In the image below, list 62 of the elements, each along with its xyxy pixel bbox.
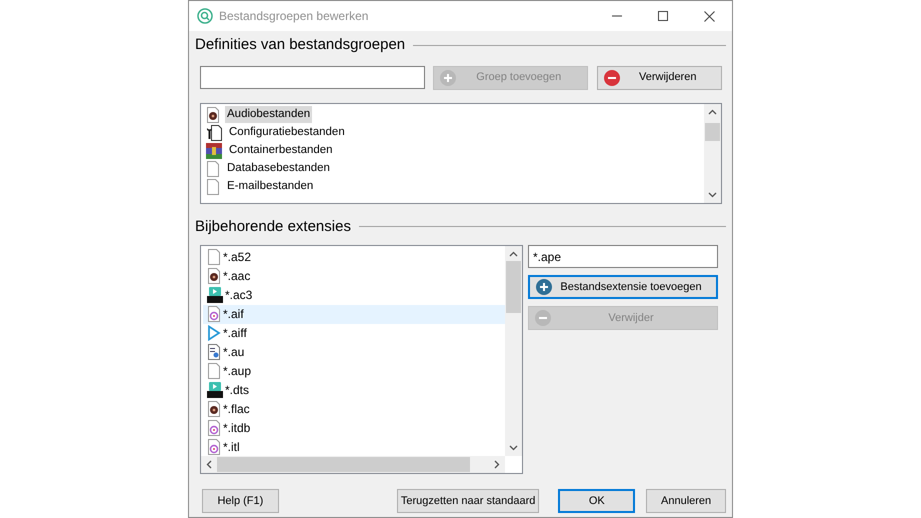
extension-list-item[interactable]: *.dts xyxy=(203,380,505,400)
extension-list-item[interactable]: *.aiff xyxy=(203,324,505,343)
minus-icon xyxy=(535,310,551,326)
action-button[interactable]: Verwijderen xyxy=(597,66,722,90)
archive-icon xyxy=(206,142,222,158)
group-list-item[interactable]: Containerbestanden xyxy=(227,142,335,160)
extension-list-item[interactable]: *.flac xyxy=(203,399,505,418)
vertical-scrollbar[interactable] xyxy=(704,104,721,202)
dialog-button[interactable]: Terugzetten naar standaard xyxy=(396,489,540,513)
extension-list-item[interactable]: *.ac3 xyxy=(203,286,505,305)
magnifier-icon xyxy=(197,8,213,24)
media-badge-icon xyxy=(207,382,223,398)
media-badge-icon xyxy=(207,287,223,304)
dialog-button[interactable]: Help (F1) xyxy=(202,489,279,513)
scrollbar-thumb[interactable] xyxy=(705,122,720,140)
extension-list-item[interactable]: *.itdb xyxy=(203,418,505,438)
file-icon xyxy=(206,160,220,176)
extension-list-item[interactable]: *.aif xyxy=(203,304,505,324)
chevron-up-icon xyxy=(708,108,717,114)
minus-icon xyxy=(604,70,620,86)
chevron-down-icon xyxy=(509,445,518,451)
section-heading: Definities van bestandsgroepen xyxy=(195,35,406,55)
extension-list-item[interactable]: *.a52 xyxy=(203,248,505,267)
chevron-up-icon xyxy=(509,251,518,257)
maximize-icon[interactable] xyxy=(658,11,668,21)
scrollbar-thumb[interactable] xyxy=(506,261,521,313)
plus-icon xyxy=(440,70,456,86)
music-file-icon xyxy=(207,438,221,455)
chevron-left-icon xyxy=(206,460,212,469)
audio-doc-icon xyxy=(207,344,221,360)
chevron-down-icon xyxy=(708,192,717,198)
disc-file-icon xyxy=(207,400,221,417)
group-name-field[interactable] xyxy=(200,66,426,89)
file-icon xyxy=(207,362,221,379)
dialog-button[interactable]: Annuleren xyxy=(646,489,726,513)
plus-icon xyxy=(536,279,552,295)
group-list-item[interactable]: E-mailbestanden xyxy=(225,178,316,196)
wrench-file-icon xyxy=(206,124,222,140)
music-file-icon xyxy=(207,306,221,322)
extension-list-item[interactable]: *.itl xyxy=(203,437,505,456)
extension-field[interactable]: *.ape xyxy=(528,245,718,268)
horizontal-scrollbar[interactable] xyxy=(201,456,505,473)
action-button[interactable]: Bestandsextensie toevoegen xyxy=(528,275,718,299)
group-list-item[interactable]: Audiobestanden xyxy=(225,106,312,124)
extension-list-item[interactable]: *.aup xyxy=(203,361,505,380)
play-icon xyxy=(207,325,221,342)
vertical-scrollbar[interactable] xyxy=(505,246,522,456)
section-heading: Bijbehorende extensies xyxy=(195,216,351,236)
disc-file-icon xyxy=(206,106,220,122)
chevron-right-icon xyxy=(494,460,500,469)
extension-list-item[interactable]: *.aac xyxy=(203,266,505,286)
group-list-item[interactable]: Databasebestanden xyxy=(225,160,332,178)
scrollbar-thumb[interactable] xyxy=(217,457,470,472)
disc-file-icon xyxy=(207,268,221,284)
music-file-icon xyxy=(207,420,221,436)
file-icon xyxy=(206,178,220,194)
window-title: Bestandsgroepen bewerken xyxy=(219,8,368,25)
file-icon xyxy=(207,249,221,266)
dialog-button[interactable]: OK xyxy=(558,489,636,513)
close-icon[interactable] xyxy=(704,10,715,22)
extension-list-item[interactable]: *.au xyxy=(203,342,505,362)
group-list-item[interactable]: Configuratiebestanden xyxy=(227,124,347,142)
